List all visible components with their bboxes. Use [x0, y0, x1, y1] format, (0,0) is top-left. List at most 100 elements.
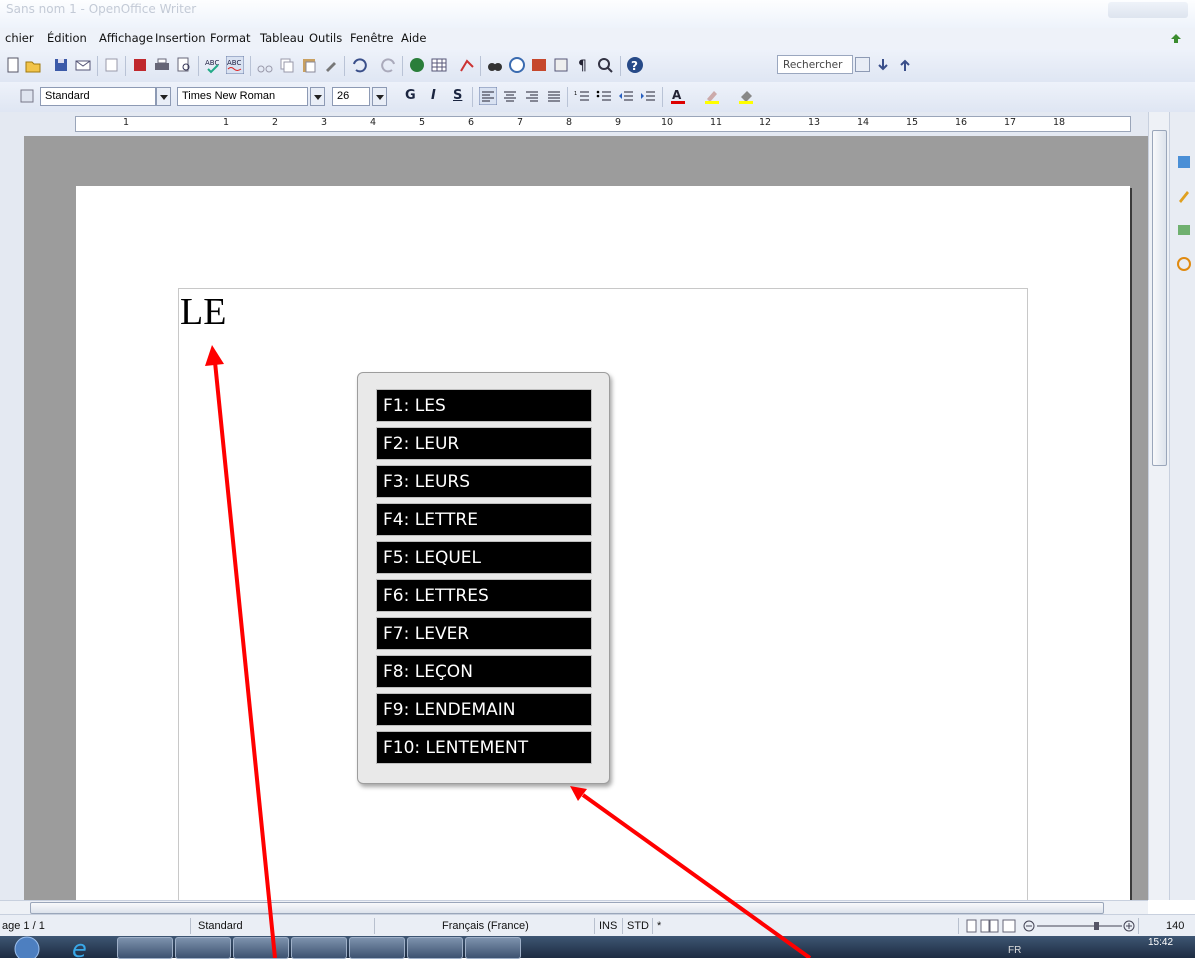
- close-document-icon[interactable]: [1169, 31, 1183, 45]
- export-pdf-icon[interactable]: [131, 56, 149, 74]
- font-name-select[interactable]: Times New Roman: [177, 87, 308, 106]
- help-icon[interactable]: ?: [626, 56, 644, 74]
- cut-icon[interactable]: [256, 56, 274, 74]
- find-replace-icon[interactable]: [486, 56, 504, 74]
- menu-insertion[interactable]: Insertion: [155, 31, 206, 45]
- internet-explorer-icon[interactable]: e: [62, 937, 102, 958]
- highlighting-icon[interactable]: [703, 87, 721, 105]
- menu-affichage[interactable]: Affichage: [99, 31, 153, 45]
- zoom-level[interactable]: 140: [1166, 920, 1184, 932]
- print-icon[interactable]: [153, 56, 171, 74]
- horizontal-ruler[interactable]: 1 1 2 3 4 5 6 7 8 9 10 11 12 13 14 15 16…: [75, 116, 1131, 132]
- styles-icon[interactable]: [1176, 188, 1192, 204]
- copy-icon[interactable]: [278, 56, 296, 74]
- italic-button[interactable]: I: [431, 88, 436, 103]
- gallery-sidebar-icon[interactable]: [1176, 222, 1192, 238]
- font-color-icon[interactable]: A: [669, 87, 687, 105]
- navigator-sidebar-icon[interactable]: [1176, 256, 1192, 272]
- formatting-marks-icon[interactable]: ¶: [574, 56, 592, 74]
- font-name-dropdown[interactable]: [310, 87, 325, 106]
- search-input[interactable]: Rechercher: [777, 55, 853, 74]
- draw-functions-icon[interactable]: [458, 56, 476, 74]
- save-icon[interactable]: [52, 56, 70, 74]
- zoom-icon[interactable]: [596, 56, 614, 74]
- find-next-icon[interactable]: [874, 56, 892, 74]
- ruler-label: 3: [321, 117, 328, 128]
- new-document-icon[interactable]: [4, 56, 22, 74]
- search-dropdown-button[interactable]: [855, 57, 870, 72]
- find-previous-icon[interactable]: [896, 56, 914, 74]
- autospellcheck-icon[interactable]: ABC: [226, 56, 244, 74]
- align-right-icon[interactable]: [523, 87, 541, 105]
- start-button-icon[interactable]: [10, 936, 44, 958]
- suggestion-item[interactable]: F9: LENDEMAIN: [376, 693, 592, 726]
- underline-button[interactable]: S: [453, 88, 462, 103]
- suggestion-item[interactable]: F10: LENTEMENT: [376, 731, 592, 764]
- edit-file-icon[interactable]: [103, 56, 121, 74]
- navigator-icon[interactable]: [508, 56, 526, 74]
- paste-icon[interactable]: [300, 56, 318, 74]
- horizontal-scroll-thumb[interactable]: [30, 902, 1104, 914]
- gallery-icon[interactable]: [530, 56, 548, 74]
- explorer-task-icon[interactable]: [117, 937, 173, 959]
- increase-indent-icon[interactable]: [639, 87, 657, 105]
- paragraph-style-select[interactable]: Standard: [40, 87, 156, 106]
- hyperlink-icon[interactable]: [408, 56, 426, 74]
- menu-tableau[interactable]: Tableau: [260, 31, 304, 45]
- align-left-icon[interactable]: [479, 87, 497, 105]
- suggestion-item[interactable]: F4: LETTRE: [376, 503, 592, 536]
- undo-icon[interactable]: [350, 56, 368, 74]
- paint-task-icon[interactable]: [407, 937, 463, 959]
- suggestion-item[interactable]: F1: LES: [376, 389, 592, 422]
- word-task-icon[interactable]: [233, 937, 289, 959]
- numbering-icon[interactable]: 1: [573, 87, 591, 105]
- insert-mode[interactable]: INS: [599, 920, 617, 932]
- justify-icon[interactable]: [545, 87, 563, 105]
- redo-icon[interactable]: [380, 56, 398, 74]
- zoom-slider[interactable]: [1022, 919, 1136, 933]
- app-task-icon[interactable]: [349, 937, 405, 959]
- suggestion-item[interactable]: F8: LEÇON: [376, 655, 592, 688]
- spellcheck-icon[interactable]: ABC: [204, 56, 222, 74]
- suggestion-item[interactable]: F3: LEURS: [376, 465, 592, 498]
- menu-aide[interactable]: Aide: [401, 31, 426, 45]
- menu-edition[interactable]: Édition: [47, 31, 87, 45]
- keyboard-language[interactable]: FR: [1008, 945, 1021, 956]
- email-icon[interactable]: [74, 56, 92, 74]
- language-status[interactable]: Français (France): [442, 920, 529, 932]
- suggestion-item[interactable]: F2: LEUR: [376, 427, 592, 460]
- font-size-dropdown[interactable]: [372, 87, 387, 106]
- align-center-icon[interactable]: [501, 87, 519, 105]
- paragraph-style-dropdown[interactable]: [156, 87, 171, 106]
- datasources-icon[interactable]: [552, 56, 570, 74]
- print-preview-icon[interactable]: [175, 56, 193, 74]
- window-controls[interactable]: [1108, 2, 1188, 18]
- styles-formatting-icon[interactable]: [18, 87, 36, 105]
- vertical-ruler[interactable]: [0, 136, 25, 900]
- page-style[interactable]: Standard: [198, 920, 243, 932]
- clone-formatting-icon[interactable]: [322, 56, 340, 74]
- visual-studio-task-icon[interactable]: [291, 937, 347, 959]
- font-size-select[interactable]: 26: [332, 87, 370, 106]
- bullets-icon[interactable]: [595, 87, 613, 105]
- table-icon[interactable]: [430, 56, 448, 74]
- document-text[interactable]: LE: [180, 292, 226, 332]
- decrease-indent-icon[interactable]: [617, 87, 635, 105]
- properties-icon[interactable]: [1176, 154, 1192, 170]
- suggestion-item[interactable]: F6: LETTRES: [376, 579, 592, 612]
- menu-fenetre[interactable]: Fenêtre: [350, 31, 393, 45]
- suggestion-item[interactable]: F5: LEQUEL: [376, 541, 592, 574]
- menu-outils[interactable]: Outils: [309, 31, 342, 45]
- menu-fichier[interactable]: chier: [5, 31, 34, 45]
- background-color-icon[interactable]: [737, 87, 755, 105]
- firefox-task-icon[interactable]: [175, 937, 231, 959]
- suggestion-item[interactable]: F7: LEVER: [376, 617, 592, 650]
- view-layout-icon[interactable]: [966, 919, 1016, 933]
- vertical-scroll-thumb[interactable]: [1152, 130, 1167, 466]
- ruler-label: 7: [517, 117, 524, 128]
- bold-button[interactable]: G: [405, 88, 416, 103]
- selection-mode[interactable]: STD: [627, 920, 649, 932]
- app2-task-icon[interactable]: [465, 937, 521, 959]
- open-folder-icon[interactable]: [24, 56, 42, 74]
- menu-format[interactable]: Format: [210, 31, 251, 45]
